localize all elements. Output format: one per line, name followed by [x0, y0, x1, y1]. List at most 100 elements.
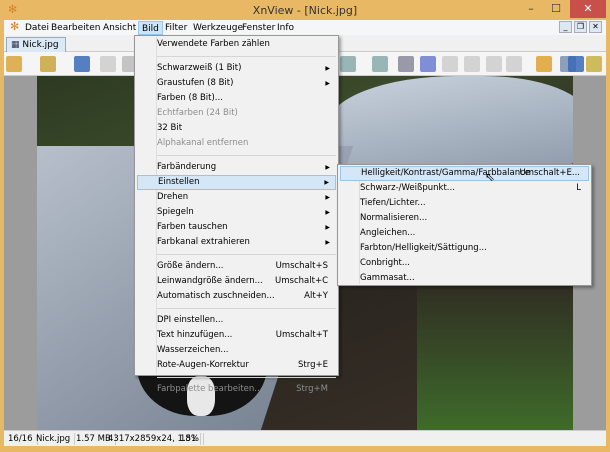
- minimize-button[interactable]: –: [518, 0, 544, 18]
- menu-item-label: Helligkeit/Kontrast/Gamma/Farbbalance: [361, 168, 531, 178]
- menu-item-label: Rote-Augen-Korrektur: [157, 360, 249, 370]
- toolbar-button-icon[interactable]: [442, 56, 458, 72]
- menu-item[interactable]: Helligkeit/Kontrast/Gamma/Farbbalance Ums…: [340, 166, 589, 181]
- menu-bearbeiten[interactable]: Bearbeiten: [48, 21, 103, 35]
- toolbar-button-icon[interactable]: [536, 56, 552, 72]
- menu-item-label: Farbkanal extrahieren: [157, 237, 250, 247]
- toolbar-button-icon[interactable]: [586, 56, 602, 72]
- mdi-close-button[interactable]: ✕: [589, 21, 602, 33]
- menu-info[interactable]: Info: [274, 21, 297, 35]
- menu-item-label: Conbright...: [360, 258, 410, 268]
- menu-item[interactable]: Farbpalette bearbeiten... Strg+M: [137, 382, 336, 397]
- menu-item-label: DPI einstellen...: [157, 315, 224, 325]
- menu-item-label: Graustufen (8 Bit): [157, 78, 234, 88]
- menu-bild[interactable]: Bild: [138, 21, 163, 35]
- submenu-arrow-icon: ▶: [325, 224, 330, 231]
- menu-separator: [157, 308, 336, 309]
- toolbar-button-icon[interactable]: [74, 56, 90, 72]
- toolbar-button-icon[interactable]: [568, 56, 584, 72]
- close-button[interactable]: ✕: [570, 0, 606, 18]
- toolbar-button-icon[interactable]: [398, 56, 414, 72]
- menu-item[interactable]: Farbkanal extrahieren ▶: [137, 235, 336, 250]
- menu-item[interactable]: Leinwandgröße ändern... Umschalt+C: [137, 274, 336, 289]
- menu-item-label: Leinwandgröße ändern...: [157, 276, 263, 286]
- toolbar-button-icon[interactable]: [372, 56, 388, 72]
- app-menu-icon[interactable]: ✻: [10, 20, 19, 33]
- submenu-arrow-icon: ▶: [325, 164, 330, 171]
- menu-item-shortcut: Strg+M: [296, 384, 328, 394]
- bild-menu: Verwendete Farben zählen Schwarzweiß (1 B…: [134, 35, 339, 394]
- menu-item[interactable]: Conbright...: [340, 256, 589, 271]
- menu-item-label: Tiefen/Lichter...: [360, 198, 426, 208]
- menu-item[interactable]: Gammasat...: [340, 271, 589, 286]
- menu-item[interactable]: DPI einstellen...: [137, 313, 336, 328]
- menu-item[interactable]: Drehen ▶: [137, 190, 336, 205]
- menu-fenster[interactable]: Fenster: [239, 21, 278, 35]
- menu-filter[interactable]: Filter: [162, 21, 190, 35]
- menu-item-label: Einstellen: [158, 177, 200, 187]
- mdi-minimize-button[interactable]: _: [559, 21, 572, 33]
- menu-separator: [157, 155, 336, 156]
- menu-item-label: Automatisch zuschneiden...: [157, 291, 275, 301]
- menu-werkzeuge[interactable]: Werkzeuge: [190, 21, 246, 35]
- menu-item-label: Echtfarben (24 Bit): [157, 108, 238, 118]
- status-field: 18%: [176, 433, 204, 445]
- menu-item[interactable]: Spiegeln ▶: [137, 205, 336, 220]
- toolbar-button-icon[interactable]: [420, 56, 436, 72]
- menu-item-shortcut: Umschalt+T: [275, 330, 328, 340]
- toolbar-button-icon[interactable]: [464, 56, 480, 72]
- mdi-restore-button[interactable]: ❐: [574, 21, 587, 33]
- toolbar-button-icon[interactable]: [506, 56, 522, 72]
- menu-separator: [157, 377, 336, 378]
- submenu-arrow-icon: ▶: [325, 239, 330, 246]
- toolbar-button-icon[interactable]: [6, 56, 22, 72]
- menu-item[interactable]: Graustufen (8 Bit) ▶: [137, 76, 336, 91]
- menu-item-label: Drehen: [157, 192, 189, 202]
- submenu-arrow-icon: ▶: [325, 194, 330, 201]
- status-bar: 16/16 Nick.jpg 1.57 MB 4317x2859x24, 1.51 18…: [4, 430, 606, 446]
- menu-item[interactable]: Farbton/Helligkeit/Sättigung...: [340, 241, 589, 256]
- menu-item[interactable]: Text hinzufügen... Umschalt+T: [137, 328, 336, 343]
- menu-item[interactable]: Rote-Augen-Korrektur Strg+E: [137, 358, 336, 373]
- toolbar-button-icon[interactable]: [340, 56, 356, 72]
- title-bar: ✻ XnView - [Nick.jpg] – ☐ ✕: [0, 0, 610, 20]
- tab-label: Nick.jpg: [22, 40, 59, 50]
- menu-item[interactable]: Automatisch zuschneiden... Alt+Y: [137, 289, 336, 304]
- menu-item[interactable]: Verwendete Farben zählen: [137, 37, 336, 52]
- menu-item-label: Text hinzufügen...: [157, 330, 233, 340]
- image-icon: ▦: [11, 40, 20, 50]
- menu-separator: [157, 254, 336, 255]
- menu-bar: ✻ Datei Bearbeiten Ansicht Bild Filter Werkze…: [4, 20, 606, 35]
- submenu-arrow-icon: ▶: [324, 179, 329, 186]
- menu-item-label: Farbton/Helligkeit/Sättigung...: [360, 243, 487, 253]
- menu-item[interactable]: Schwarz-/Weißpunkt... L: [340, 181, 589, 196]
- menu-ansicht[interactable]: Ansicht: [100, 21, 139, 35]
- menu-item[interactable]: Echtfarben (24 Bit): [137, 106, 336, 121]
- menu-item[interactable]: Alphakanal entfernen: [137, 136, 336, 151]
- menu-item[interactable]: Angleichen...: [340, 226, 589, 241]
- menu-item-shortcut: Strg+E: [298, 360, 328, 370]
- menu-item[interactable]: Einstellen ▶: [137, 175, 336, 190]
- toolbar-button-icon[interactable]: [40, 56, 56, 72]
- menu-item-label: Spiegeln: [157, 207, 194, 217]
- menu-item[interactable]: Farben tauschen ▶: [137, 220, 336, 235]
- menu-item[interactable]: Schwarzweiß (1 Bit) ▶: [137, 61, 336, 76]
- menu-item[interactable]: Tiefen/Lichter...: [340, 196, 589, 211]
- menu-item-label: Normalisieren...: [360, 213, 428, 223]
- einstellen-submenu: Helligkeit/Kontrast/Gamma/Farbbalance Ums…: [337, 164, 592, 286]
- menu-item-label: Farbänderung: [157, 162, 217, 172]
- maximize-button[interactable]: ☐: [543, 0, 569, 18]
- menu-item[interactable]: Größe ändern... Umschalt+S: [137, 259, 336, 274]
- toolbar-button-icon[interactable]: [100, 56, 116, 72]
- menu-item-label: Gammasat...: [360, 273, 415, 283]
- menu-item[interactable]: Farben (8 Bit)...: [137, 91, 336, 106]
- submenu-arrow-icon: ▶: [325, 65, 330, 72]
- menu-item[interactable]: Farbänderung ▶: [137, 160, 336, 175]
- menu-item-shortcut: Alt+Y: [304, 291, 328, 301]
- menu-item[interactable]: 32 Bit: [137, 121, 336, 136]
- tab-nick-jpg[interactable]: ▦ Nick.jpg: [6, 37, 66, 52]
- menu-item-label: 32 Bit: [157, 123, 183, 133]
- menu-item[interactable]: Wasserzeichen...: [137, 343, 336, 358]
- menu-item[interactable]: Normalisieren...: [340, 211, 589, 226]
- toolbar-button-icon[interactable]: [486, 56, 502, 72]
